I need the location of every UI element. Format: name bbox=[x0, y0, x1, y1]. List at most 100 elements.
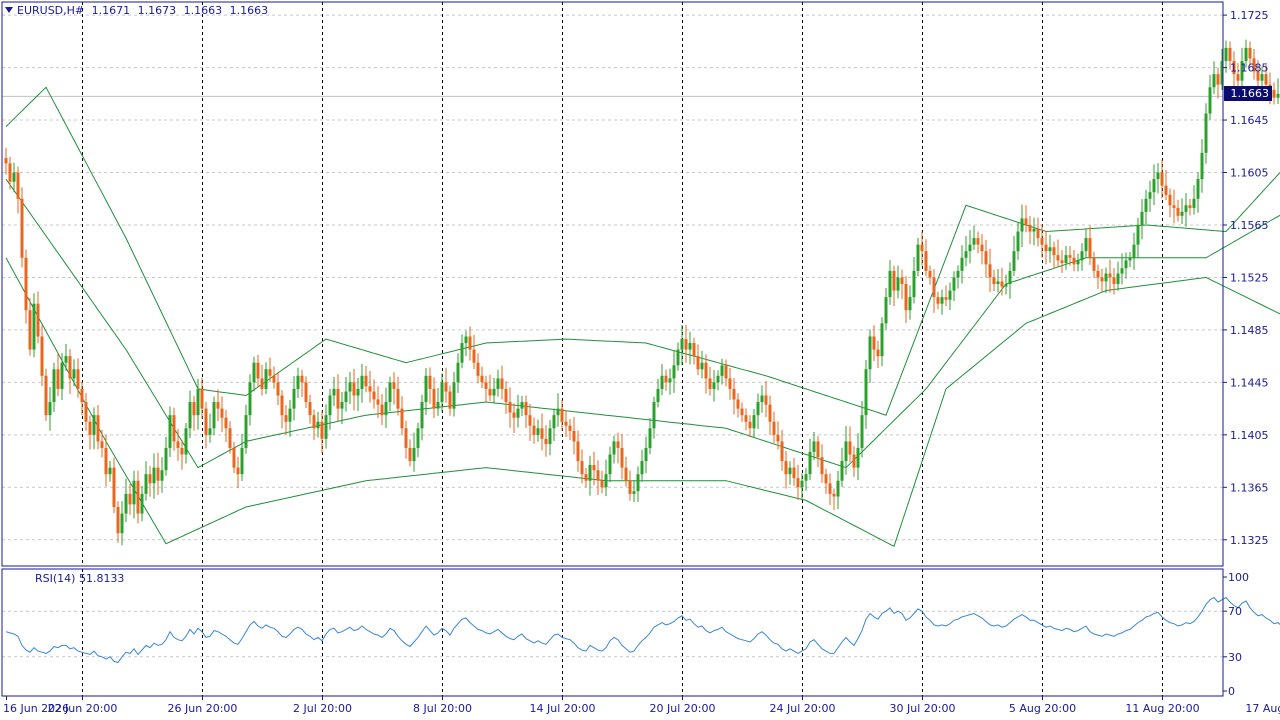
candle-body bbox=[692, 343, 696, 357]
candle-body bbox=[1008, 270, 1012, 284]
candle bbox=[468, 326, 472, 361]
candle bbox=[972, 225, 976, 251]
candle bbox=[872, 325, 876, 362]
candle bbox=[28, 298, 32, 356]
candle-body bbox=[384, 402, 388, 416]
candle bbox=[1096, 264, 1100, 289]
candle bbox=[40, 325, 44, 387]
candle bbox=[100, 429, 104, 458]
candle bbox=[212, 396, 216, 436]
candle-body bbox=[1140, 211, 1144, 225]
candle-body bbox=[1112, 277, 1116, 284]
time-axis: 16 Jun 202622 Jun 20:00 26 Jun 20:00 2 Jul… bbox=[3, 696, 1280, 715]
candle-body bbox=[576, 441, 580, 462]
candle bbox=[384, 387, 388, 428]
candle-body bbox=[1012, 251, 1016, 271]
candle bbox=[264, 362, 268, 395]
candle-body bbox=[316, 421, 320, 429]
candle-body bbox=[24, 257, 28, 311]
candle-body bbox=[792, 467, 796, 479]
candle-body bbox=[220, 408, 224, 418]
candle bbox=[760, 385, 764, 413]
symbol-dropdown-icon[interactable] bbox=[5, 7, 13, 13]
candle-body bbox=[932, 277, 936, 298]
candle-body bbox=[760, 395, 764, 403]
candle-body bbox=[144, 474, 148, 494]
ohlc-open: 1.1671 bbox=[91, 4, 131, 17]
candle-body bbox=[68, 356, 72, 379]
time-tick-label: 5 Aug 20:00 bbox=[1009, 702, 1076, 715]
candle bbox=[860, 400, 864, 458]
candle-body bbox=[580, 461, 584, 475]
candle bbox=[1184, 193, 1188, 227]
candle-body bbox=[232, 447, 236, 468]
candle-body bbox=[492, 388, 496, 396]
symbol-label[interactable]: EURUSD,H# bbox=[17, 4, 84, 17]
candle bbox=[884, 287, 888, 330]
candle-body bbox=[992, 277, 996, 284]
candle bbox=[352, 368, 356, 411]
candle-body bbox=[116, 506, 120, 534]
candle bbox=[620, 434, 624, 480]
candle-body bbox=[100, 441, 104, 448]
candle-body bbox=[696, 356, 700, 370]
candle-body bbox=[868, 336, 872, 370]
candle bbox=[204, 402, 208, 449]
candle bbox=[220, 396, 224, 433]
candle-body bbox=[976, 238, 980, 245]
candle-body bbox=[1068, 255, 1072, 258]
candle-body bbox=[340, 402, 344, 409]
candle-body bbox=[1056, 255, 1060, 261]
candle-body bbox=[744, 415, 748, 422]
candle-body bbox=[500, 378, 504, 389]
candle bbox=[812, 431, 816, 461]
candle-body bbox=[412, 447, 416, 462]
candle-body bbox=[360, 375, 364, 389]
candle bbox=[188, 390, 192, 439]
candle bbox=[52, 362, 56, 412]
chart-canvas[interactable]: 1.1725 1.1685 1.1645 1.1605 1.1565 1.1525 1.14… bbox=[0, 0, 1280, 720]
candle-body bbox=[852, 454, 856, 468]
candle-body bbox=[496, 378, 500, 389]
candle bbox=[684, 324, 688, 363]
candle-body bbox=[920, 244, 924, 252]
candle bbox=[576, 430, 580, 472]
candle-body bbox=[288, 408, 292, 422]
band-middle bbox=[5, 178, 1280, 469]
candle-body bbox=[584, 474, 588, 481]
candle bbox=[1188, 199, 1192, 216]
candle-body bbox=[1036, 228, 1040, 239]
candle-body bbox=[140, 493, 144, 514]
candle-body bbox=[60, 362, 64, 389]
rsi-frame bbox=[1, 568, 1224, 697]
candle bbox=[556, 393, 560, 427]
candle-body bbox=[768, 404, 772, 422]
candle bbox=[436, 388, 440, 416]
rsi-label: RSI(14) 51.8133 bbox=[35, 572, 125, 585]
candle bbox=[988, 248, 992, 293]
candle-body bbox=[788, 467, 792, 475]
candle bbox=[772, 411, 776, 443]
candle bbox=[564, 410, 568, 437]
candle-body bbox=[1172, 205, 1176, 208]
candle-body bbox=[528, 415, 532, 426]
price-tick-label: 1.1525 bbox=[1230, 271, 1269, 284]
candle bbox=[600, 470, 604, 494]
candle bbox=[144, 461, 148, 501]
candle bbox=[1044, 230, 1048, 265]
candle-body bbox=[1164, 185, 1168, 195]
candle-body bbox=[1084, 238, 1088, 252]
candle-body bbox=[900, 277, 904, 284]
candle-body bbox=[568, 425, 572, 431]
candle-body bbox=[96, 415, 100, 442]
candle-body bbox=[124, 493, 128, 514]
candle-body bbox=[716, 375, 720, 383]
candle-body bbox=[560, 408, 564, 422]
candle bbox=[108, 460, 112, 482]
candle bbox=[1112, 267, 1116, 295]
candle bbox=[464, 330, 468, 357]
candle-body bbox=[1096, 270, 1100, 278]
candle bbox=[552, 408, 556, 441]
candle-body bbox=[596, 470, 600, 481]
candle-body bbox=[640, 461, 644, 475]
